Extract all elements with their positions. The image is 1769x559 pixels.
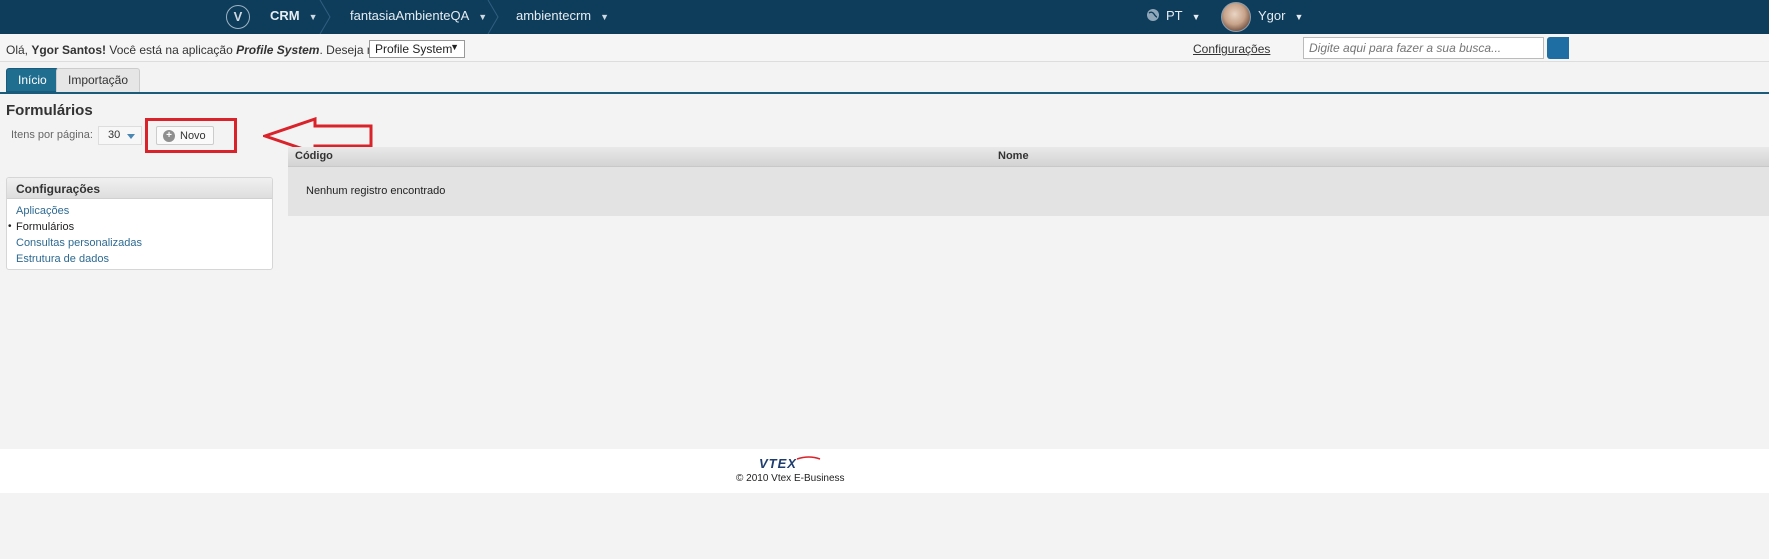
sidebar-title: Configurações: [7, 178, 272, 199]
avatar[interactable]: [1221, 2, 1251, 32]
sidebar-item-aplicacoes[interactable]: Aplicações: [7, 203, 272, 219]
chevron-down-icon: ▼: [1294, 12, 1304, 22]
breadcrumb-environment[interactable]: ambientecrm ▼: [516, 0, 609, 34]
greeting-prefix: Olá,: [6, 43, 32, 57]
breadcrumb-separator-icon: [487, 0, 499, 34]
application-select-value: Profile System: [375, 42, 453, 56]
sidebar-item-formularios[interactable]: Formulários: [7, 219, 272, 235]
language-selector[interactable]: PT ▼: [1146, 0, 1201, 34]
configuracoes-link[interactable]: Configurações: [1193, 42, 1270, 56]
column-header-nome[interactable]: Nome: [998, 150, 1029, 162]
caret-down-icon: [127, 134, 135, 139]
breadcrumb-crm[interactable]: CRM ▼: [270, 0, 318, 34]
empty-state-message: Nenhum registro encontrado: [306, 185, 446, 197]
top-navigation-bar: V CRM ▼ fantasiaAmbienteQA ▼ ambientecrm ▼ …: [0, 0, 1769, 34]
user-menu[interactable]: Ygor ▼: [1258, 0, 1303, 34]
globe-icon: [1147, 9, 1159, 21]
per-page-value: 30: [108, 129, 121, 141]
table-header: Código Nome: [288, 147, 1769, 167]
greeting-mid: Você está na aplicação: [106, 43, 237, 57]
page-title: Formulários: [6, 102, 93, 119]
breadcrumb-account[interactable]: fantasiaAmbienteQA ▼: [350, 0, 487, 34]
chevron-down-icon: ▼: [308, 12, 318, 22]
breadcrumb-label: CRM: [270, 8, 300, 23]
per-page-select[interactable]: 30: [98, 126, 142, 145]
search-button[interactable]: [1547, 37, 1569, 59]
footer: [0, 449, 1769, 493]
vtex-logo-text: VTEX: [759, 456, 797, 471]
sidebar-list: Aplicações Formulários Consultas persona…: [7, 199, 272, 267]
forms-table: Código Nome Nenhum registro encontrado: [288, 147, 1769, 216]
dropdown-arrow-icon: ▼: [450, 42, 459, 52]
chevron-down-icon: ▼: [1191, 12, 1201, 22]
tab-inicio[interactable]: Início: [6, 68, 59, 92]
tab-importacao[interactable]: Importação: [56, 68, 141, 92]
search-input[interactable]: [1303, 37, 1544, 59]
breadcrumb-label: ambientecrm: [516, 8, 592, 23]
per-page-label: Itens por página:: [11, 129, 93, 141]
application-select[interactable]: Profile System ▼: [369, 40, 465, 58]
current-app-name: Profile System: [236, 43, 320, 57]
language-label: PT: [1166, 8, 1183, 23]
page-bottom: [0, 493, 1769, 559]
user-full-name: Ygor Santos!: [31, 43, 107, 57]
chevron-down-icon: ▼: [600, 12, 610, 22]
sidebar-item-consultas-personalizadas[interactable]: Consultas personalizadas: [7, 235, 272, 251]
annotation-highlight-box: [145, 118, 237, 153]
greeting-text: Olá, Ygor Santos! Você está na aplicação…: [6, 43, 408, 57]
breadcrumb-separator-icon: [319, 0, 331, 34]
tabs-divider: [0, 92, 1769, 94]
vtex-footer-logo: VTEX: [759, 456, 821, 471]
user-name: Ygor: [1258, 8, 1286, 23]
sidebar-item-estrutura-de-dados[interactable]: Estrutura de dados: [7, 251, 272, 267]
column-header-codigo[interactable]: Código: [295, 150, 333, 162]
sidebar-panel: Configurações Aplicações Formulários Con…: [6, 177, 273, 270]
copyright-text: © 2010 Vtex E-Business: [736, 473, 845, 484]
breadcrumb-label: fantasiaAmbienteQA: [350, 8, 470, 23]
vtex-logo-icon[interactable]: V: [226, 5, 250, 29]
